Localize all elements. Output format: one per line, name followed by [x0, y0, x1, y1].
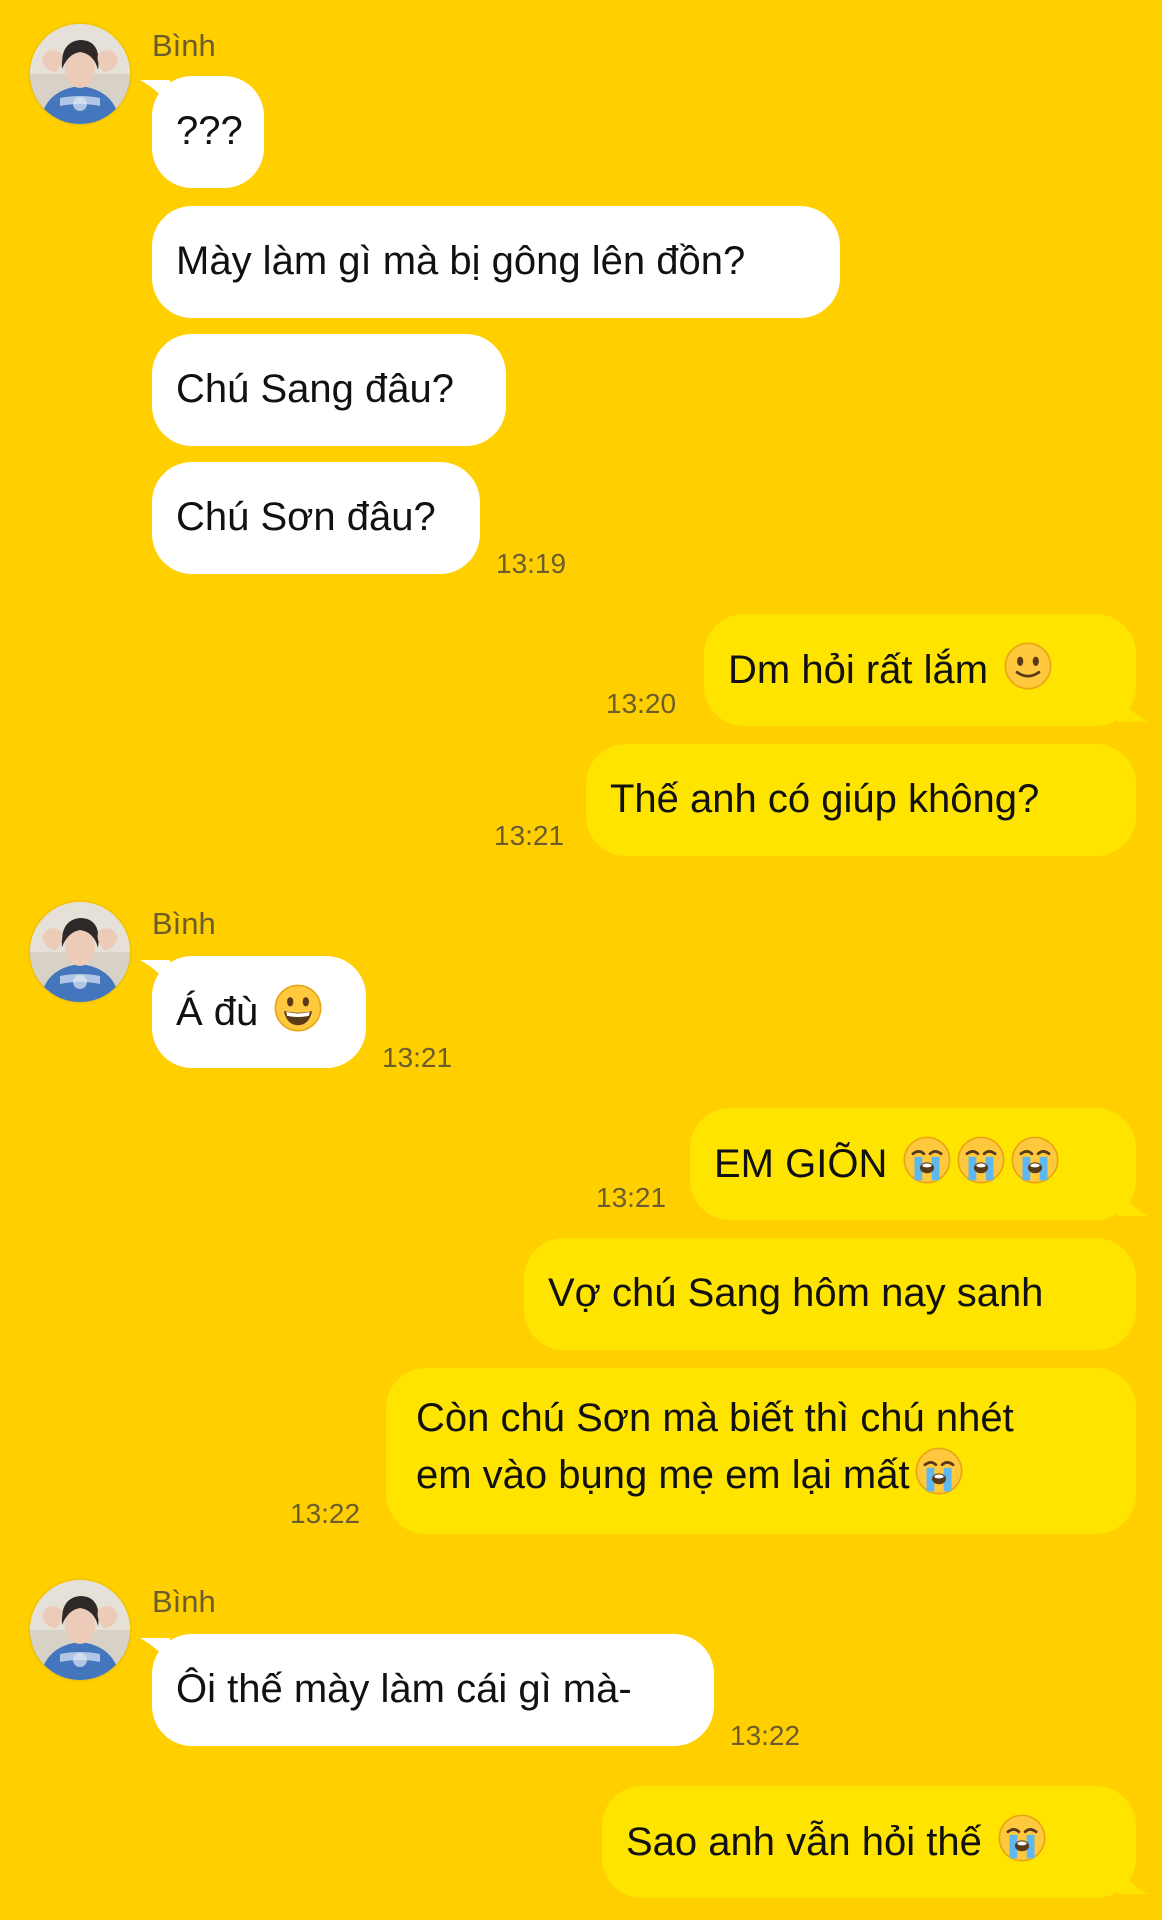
contact-avatar[interactable]	[30, 24, 130, 124]
message-bubble-outgoing[interactable]: Dm hỏi rất lắm	[704, 614, 1136, 726]
bubble-tail	[140, 80, 170, 110]
message-bubble-incoming[interactable]: Ôi thế mày làm cái gì mà-	[152, 1634, 714, 1746]
avatar-image	[30, 24, 130, 124]
crying-face-icon	[997, 1813, 1047, 1863]
message-bubble-incoming[interactable]: Mày làm gì mà bị gông lên đồn?	[152, 206, 840, 318]
message-text: Thế anh có giúp không?	[610, 777, 1040, 821]
crying-face-icon	[956, 1135, 1006, 1185]
message-bubble-outgoing[interactable]: Thế anh có giúp không?	[586, 744, 1136, 856]
bubble-tail	[1118, 1186, 1148, 1216]
message-text: Á đù	[176, 990, 259, 1034]
contact-avatar[interactable]	[30, 902, 130, 1002]
message-bubble-outgoing[interactable]: EM GIÕN	[690, 1108, 1136, 1220]
avatar-image	[30, 1580, 130, 1680]
bubble-tail	[140, 960, 170, 990]
message-bubble-incoming[interactable]: Á đù	[152, 956, 366, 1068]
message-text: Mày làm gì mà bị gông lên đồn?	[176, 239, 746, 283]
message-timestamp: 13:21	[494, 820, 565, 851]
message-text: Chú Sang đâu?	[176, 367, 455, 411]
contact-avatar[interactable]	[30, 1580, 130, 1680]
message-bubble-incoming[interactable]: Chú Sơn đâu?	[152, 462, 480, 574]
message-bubble-incoming[interactable]: Chú Sang đâu?	[152, 334, 506, 446]
message-timestamp: 13:20	[606, 688, 677, 719]
avatar-image	[30, 902, 130, 1002]
slightly-smiling-face-icon	[1003, 641, 1053, 691]
message-bubble-outgoing[interactable]: Sao anh vẫn hỏi thế	[602, 1786, 1136, 1898]
bubble-tail	[1118, 692, 1148, 722]
bubble-tail	[140, 1638, 170, 1668]
message-timestamp: 13:21	[382, 1042, 453, 1073]
message-text-line-2: em vào bụng mẹ em lại mất	[416, 1446, 1106, 1503]
sender-name: Bình	[152, 28, 216, 63]
crying-face-icon	[914, 1446, 964, 1496]
message-bubble-incoming[interactable]: ???	[152, 76, 264, 188]
message-text: Chú Sơn đâu?	[176, 495, 436, 539]
message-text: EM GIÕN	[714, 1142, 888, 1186]
message-text: Sao anh vẫn hỏi thế	[626, 1820, 982, 1864]
sender-name: Bình	[152, 1584, 216, 1619]
message-timestamp: 13:21	[596, 1182, 667, 1213]
message-text: ???	[176, 109, 243, 153]
grinning-face-icon	[273, 983, 323, 1033]
message-timestamp: 13:22	[290, 1498, 361, 1529]
message-bubble-outgoing[interactable]: Vợ chú Sang hôm nay sanh	[524, 1238, 1136, 1350]
crying-face-icon	[1010, 1135, 1060, 1185]
crying-face-icon	[902, 1135, 952, 1185]
message-bubble-outgoing[interactable]: Còn chú Sơn mà biết thì chú nhét em vào …	[386, 1368, 1136, 1534]
message-timestamp: 13:22	[730, 1720, 801, 1751]
message-text-line-1: Còn chú Sơn mà biết thì chú nhét	[416, 1396, 1014, 1440]
sender-name: Bình	[152, 906, 216, 941]
bubble-tail	[1118, 1864, 1148, 1894]
message-text: Vợ chú Sang hôm nay sanh	[548, 1271, 1044, 1315]
message-text: Ôi thế mày làm cái gì mà-	[176, 1667, 632, 1711]
message-text: Dm hỏi rất lắm	[728, 648, 989, 692]
chat-screen: { "contact": { "name": "Bình" }, "messag…	[0, 0, 1162, 1920]
message-timestamp: 13:19	[496, 548, 567, 579]
